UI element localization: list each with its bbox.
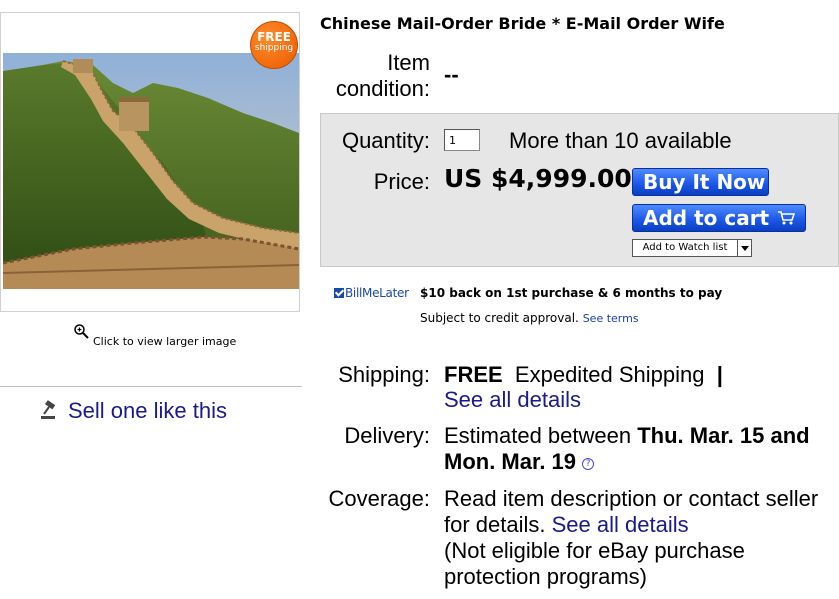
credit-approval-text: Subject to credit approval. [420,311,579,325]
checkmark-icon [334,288,344,298]
watch-list-dropdown-arrow-icon[interactable] [737,240,751,256]
price-value: US $4,999.00 [444,164,632,193]
coverage-value: Read item description or contact seller … [444,486,839,590]
item-photo-great-wall[interactable] [3,53,299,289]
billmelater-offer: $10 back on 1st purchase & 6 months to p… [420,286,723,300]
magnifier-zoom-icon [74,324,89,339]
coverage-see-all-details-link[interactable]: See all details [552,512,689,537]
free-badge-bottom-text: shipping [254,43,294,53]
shipping-separator: | [716,362,723,387]
shipping-summary: FREE Expedited Shipping | [444,362,723,388]
sell-one-like-this-link[interactable]: Sell one like this [40,398,227,424]
shipping-see-all-details-link[interactable]: See all details [444,387,581,413]
free-badge-top-text: FREE [257,30,291,44]
add-to-cart-button[interactable]: Add to cart [632,204,806,232]
coverage-note: (Not eligible for eBay purchase protecti… [444,538,745,589]
quantity-available: More than 10 available [509,128,732,153]
delivery-text: Estimated between [444,423,632,448]
billmelater-logo[interactable]: BillMeLater [334,286,409,300]
view-larger-image-text[interactable]: Click to view larger image [93,335,236,348]
billmelater-box: BillMeLater $10 back on 1st purchase & 6… [320,266,839,340]
shipping-method: Expedited Shipping [514,362,705,387]
item-photo-frame[interactable]: FREE shipping [0,12,300,312]
add-to-watch-list-button[interactable]: Add to Watch list [633,240,737,256]
see-terms-link[interactable]: See terms [583,312,639,325]
view-larger-image-link[interactable]: Click to view larger image [73,323,236,348]
delivery-label: Delivery: [344,423,430,448]
shopping-cart-icon [778,211,795,225]
condition-value: -- [444,62,459,87]
delivery-estimate: Estimated between Thu. Mar. 15 and Mon. … [444,423,839,475]
sell-one-like-this-text[interactable]: Sell one like this [68,398,227,424]
add-to-watch-list-control[interactable]: Add to Watch list [632,239,752,257]
help-question-icon[interactable]: ? [582,458,595,470]
buy-it-now-button[interactable]: Buy It Now [632,168,769,196]
condition-label: Item condition: [335,50,430,101]
shipping-free: FREE [444,362,503,387]
billmelater-logo-text: BillMeLater [345,286,409,300]
free-shipping-badge: FREE shipping [250,21,298,69]
buy-it-now-label: Buy It Now [643,170,766,194]
quantity-input[interactable] [444,129,480,151]
shipping-label: Shipping: [338,362,430,387]
billmelater-subject: Subject to credit approval. See terms [420,311,639,325]
coverage-label: Coverage: [328,486,430,511]
add-to-cart-label: Add to cart [643,206,770,230]
quantity-label: Quantity: [341,128,430,153]
gavel-icon [41,400,56,419]
left-divider [0,386,302,387]
item-title: Chinese Mail-Order Bride * E-Mail Order … [320,14,725,33]
price-label: Price: [373,169,430,194]
